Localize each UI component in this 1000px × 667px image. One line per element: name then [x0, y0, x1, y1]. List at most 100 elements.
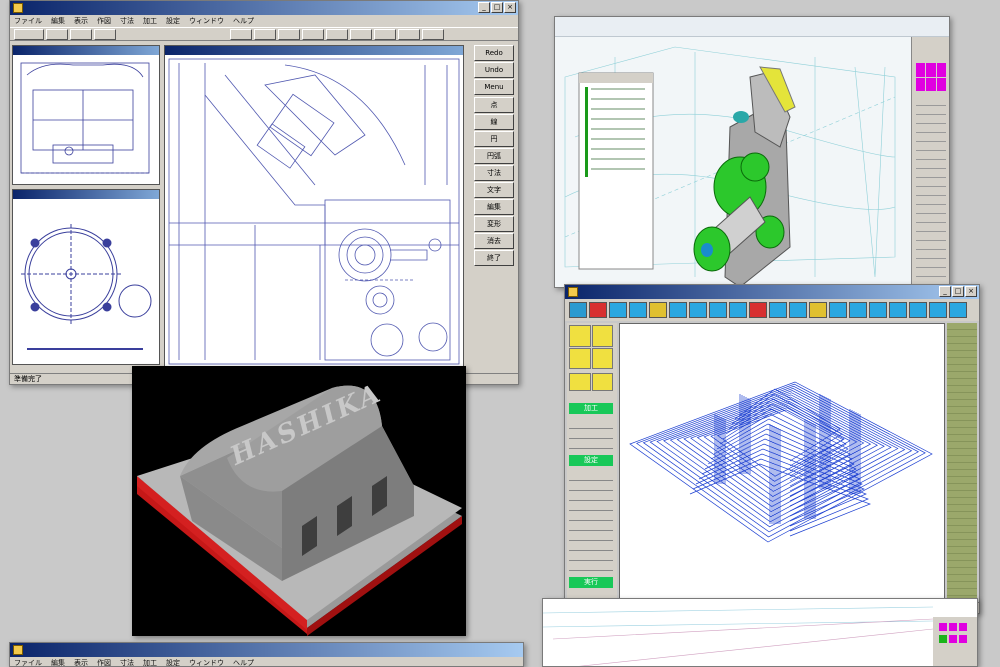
maximize-icon[interactable]: □	[952, 286, 964, 297]
close-icon[interactable]: ×	[504, 2, 516, 13]
toolbar-button[interactable]	[350, 28, 372, 40]
toolbar-icon[interactable]	[889, 302, 907, 318]
dimension-button[interactable]: 寸法	[474, 165, 514, 181]
palette-swatch[interactable]	[936, 77, 946, 91]
toolbar-icon[interactable]	[949, 302, 967, 318]
mode-button[interactable]	[569, 373, 591, 391]
app-icon	[13, 645, 23, 655]
toolbar-button[interactable]	[46, 28, 68, 40]
menu-item[interactable]: 作図	[97, 657, 111, 666]
menu-item[interactable]: ウィンドウ	[189, 657, 224, 666]
toolbar-icon[interactable]	[569, 302, 587, 318]
mode-button[interactable]	[569, 347, 591, 369]
menu-item[interactable]: 設定	[166, 657, 180, 666]
menu-button[interactable]: Menu	[474, 79, 514, 95]
toolbar-icon[interactable]	[849, 302, 867, 318]
parameter-list[interactable]	[569, 419, 613, 449]
toolbar-button[interactable]	[278, 28, 300, 40]
menu-item[interactable]: 編集	[51, 657, 65, 666]
arc-button[interactable]: 円弧	[474, 148, 514, 164]
bottom-title-bar[interactable]	[10, 643, 523, 657]
toolbar-icon[interactable]	[649, 302, 667, 318]
toolbar-icon[interactable]	[829, 302, 847, 318]
toolbar-button[interactable]	[302, 28, 324, 40]
toolbar-button[interactable]	[422, 28, 444, 40]
text-button[interactable]: 文字	[474, 182, 514, 198]
cad-window-bottom: ファイル 編集 表示 作図 寸法 加工 設定 ウィンドウ ヘルプ	[9, 642, 524, 667]
minimize-icon[interactable]: _	[939, 286, 951, 297]
close-icon[interactable]: ×	[965, 286, 977, 297]
exit-button[interactable]: 終了	[474, 250, 514, 266]
menu-item[interactable]: ファイル	[14, 15, 42, 27]
toolbar-icon[interactable]	[869, 302, 887, 318]
menu-item[interactable]: 加工	[143, 15, 157, 27]
machining-label[interactable]: 加工	[569, 403, 613, 414]
menu-item[interactable]: 設定	[166, 15, 180, 27]
menu-item[interactable]: ウィンドウ	[189, 15, 224, 27]
toolpath-title-bar[interactable]: _ □ ×	[565, 285, 979, 299]
mode-button[interactable]	[591, 373, 613, 391]
toolbar-button[interactable]	[398, 28, 420, 40]
palette-swatch[interactable]	[936, 63, 946, 77]
toolbar-icon[interactable]	[629, 302, 647, 318]
line-button[interactable]: 線	[474, 114, 514, 130]
cad-title-bar[interactable]: _ □ ×	[10, 1, 518, 15]
palette-swatch[interactable]	[916, 77, 926, 91]
vertical-scrollbar[interactable]	[947, 323, 977, 613]
toolbar-icon[interactable]	[909, 302, 927, 318]
toolbar-button[interactable]	[254, 28, 276, 40]
maximize-icon[interactable]: □	[491, 2, 503, 13]
minimize-icon[interactable]: _	[478, 2, 490, 13]
delete-button[interactable]: 消去	[474, 233, 514, 249]
toolbar-button[interactable]	[70, 28, 92, 40]
run-label[interactable]: 実行	[569, 577, 613, 588]
toolbar-icon[interactable]	[809, 302, 827, 318]
option-list[interactable]	[569, 471, 613, 571]
menu-item[interactable]: 寸法	[120, 15, 134, 27]
render-3d-canvas: HASHIKA	[137, 376, 462, 636]
palette-swatch[interactable]	[916, 63, 926, 77]
toolbar-icon[interactable]	[609, 302, 627, 318]
palette-button-list[interactable]	[916, 97, 946, 287]
toolbar-icon[interactable]	[769, 302, 787, 318]
toolbar-button[interactable]	[94, 28, 116, 40]
toolbar-icon[interactable]	[729, 302, 747, 318]
main-drawing-view[interactable]	[164, 45, 464, 369]
menu-item[interactable]: ヘルプ	[233, 657, 254, 666]
menu-item[interactable]: ヘルプ	[233, 15, 254, 27]
palette-swatch[interactable]	[926, 63, 936, 77]
toolbar-icon[interactable]	[709, 302, 727, 318]
point-button[interactable]: 点	[474, 97, 514, 113]
menu-item[interactable]: 表示	[74, 657, 88, 666]
redo-button[interactable]: Redo	[474, 45, 514, 61]
menu-item[interactable]: 編集	[51, 15, 65, 27]
toolbar-icon[interactable]	[669, 302, 687, 318]
toolbar-button[interactable]	[14, 28, 44, 40]
undo-button[interactable]: Undo	[474, 62, 514, 78]
menu-item[interactable]: ファイル	[14, 657, 42, 666]
drawing-view-top-left[interactable]	[12, 45, 160, 185]
toolbar-icon[interactable]	[929, 302, 947, 318]
edit-button[interactable]: 編集	[474, 199, 514, 215]
menu-item[interactable]: 作図	[97, 15, 111, 27]
toolbar-icon[interactable]	[789, 302, 807, 318]
drawing-view-bottom-left[interactable]	[12, 189, 160, 365]
assembly-3d-view[interactable]	[555, 37, 909, 287]
toolpath-canvas[interactable]	[619, 323, 945, 599]
toolbar-button[interactable]	[326, 28, 348, 40]
menu-item[interactable]: 寸法	[120, 657, 134, 666]
mode-button[interactable]	[591, 347, 613, 369]
toolbar-icon[interactable]	[689, 302, 707, 318]
circle-button[interactable]: 円	[474, 131, 514, 147]
transform-button[interactable]: 変形	[474, 216, 514, 232]
palette-swatch[interactable]	[926, 77, 936, 91]
toolbar-button[interactable]	[230, 28, 252, 40]
mode-button[interactable]	[591, 325, 613, 347]
toolbar-icon[interactable]	[589, 302, 607, 318]
menu-item[interactable]: 表示	[74, 15, 88, 27]
menu-item[interactable]: 加工	[143, 657, 157, 666]
mode-button[interactable]	[569, 325, 591, 347]
toolbar-button[interactable]	[374, 28, 396, 40]
toolbar-icon[interactable]	[749, 302, 767, 318]
settings-label[interactable]: 設定	[569, 455, 613, 466]
